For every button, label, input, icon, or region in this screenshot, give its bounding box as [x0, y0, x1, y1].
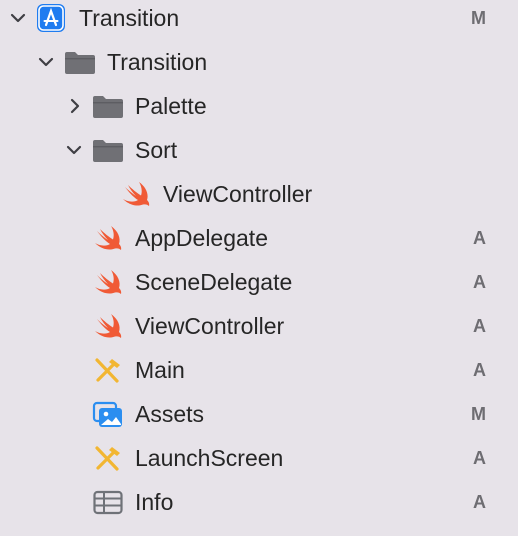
status-badge: A [473, 360, 486, 380]
navigator-row-file[interactable]: ViewController A [0, 308, 518, 352]
chevron-down-icon[interactable] [37, 53, 55, 71]
navigator-item-label: Palette [135, 93, 207, 119]
chevron-right-icon[interactable] [66, 97, 84, 115]
navigator-row-file[interactable]: Main A [0, 352, 518, 396]
navigator-row-project[interactable]: Transition M [0, 0, 518, 44]
project-navigator: Transition M Transition Palette Sort Vie… [0, 0, 518, 536]
navigator-row-group-sort[interactable]: Sort [0, 132, 518, 176]
status-badge: A [473, 448, 486, 468]
chevron-down-icon[interactable] [9, 9, 27, 27]
navigator-row-file[interactable]: Assets M [0, 396, 518, 440]
xcode-project-icon [36, 3, 68, 33]
storyboard-icon [92, 355, 124, 385]
status-badge: M [471, 8, 486, 28]
swift-file-icon [120, 179, 152, 209]
navigator-row-group-transition[interactable]: Transition [0, 44, 518, 88]
chevron-down-icon[interactable] [65, 141, 83, 159]
swift-file-icon [92, 223, 124, 253]
navigator-item-label: Transition [107, 49, 208, 75]
folder-icon [92, 135, 124, 165]
status-badge: A [473, 228, 486, 248]
navigator-item-label: LaunchScreen [135, 445, 284, 471]
navigator-item-label: Info [135, 489, 174, 515]
navigator-row-file[interactable]: Info A [0, 484, 518, 528]
status-badge: A [473, 272, 486, 292]
navigator-item-label: ViewController [163, 181, 313, 207]
navigator-item-label: Main [135, 357, 185, 383]
navigator-row-file[interactable]: ViewController [0, 176, 518, 220]
status-badge: A [473, 492, 486, 512]
status-badge: M [471, 404, 486, 424]
navigator-item-label: Sort [135, 137, 178, 163]
navigator-item-label: SceneDelegate [135, 269, 293, 295]
swift-file-icon [92, 311, 124, 341]
navigator-item-label: ViewController [135, 313, 285, 339]
navigator-row-group-palette[interactable]: Palette [0, 88, 518, 132]
navigator-row-file[interactable]: LaunchScreen A [0, 440, 518, 484]
status-badge: A [473, 316, 486, 336]
navigator-row-file[interactable]: SceneDelegate A [0, 264, 518, 308]
storyboard-icon [92, 443, 124, 473]
plist-icon [92, 487, 124, 517]
swift-file-icon [92, 267, 124, 297]
navigator-row-file[interactable]: AppDelegate A [0, 220, 518, 264]
asset-catalog-icon [92, 399, 124, 429]
folder-icon [92, 91, 124, 121]
folder-icon [64, 47, 96, 77]
navigator-item-label: AppDelegate [135, 225, 268, 251]
navigator-item-label: Transition [79, 5, 180, 31]
navigator-item-label: Assets [135, 401, 205, 427]
